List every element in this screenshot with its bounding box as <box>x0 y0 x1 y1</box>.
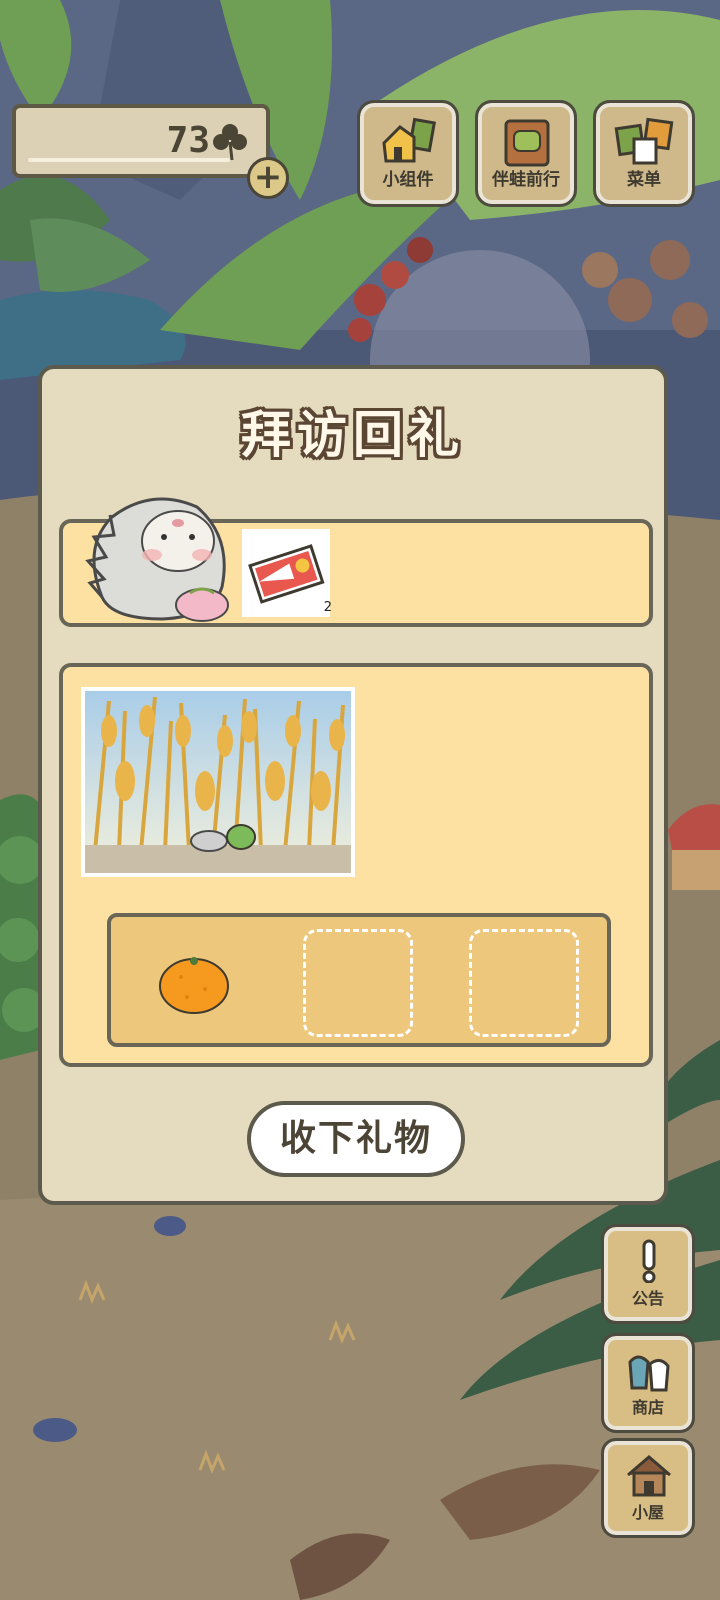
announcement-button[interactable]: 公告 <box>601 1224 695 1324</box>
accept-gift-button[interactable]: 收下礼物 <box>247 1101 465 1177</box>
hedgehog-icon <box>85 497 229 622</box>
shop-button[interactable]: 商店 <box>601 1333 695 1433</box>
add-clover-button[interactable]: + <box>247 157 289 199</box>
clover-underline <box>28 158 230 162</box>
visit-gift-dialog: 拜访回礼 2 收下礼物 <box>38 365 668 1205</box>
house-button[interactable]: 小屋 <box>601 1438 695 1538</box>
empty-item-slot <box>303 929 413 1037</box>
journey-book-icon <box>504 119 550 167</box>
widget-label: 小组件 <box>382 170 434 190</box>
game-screen: 73 + 小组件 伴蛙前行 菜单 公告 商店 小屋 拜访回礼 2 收下礼物 <box>0 0 720 1600</box>
clover-counter: 73 <box>12 104 270 178</box>
gift-quantity: 2 <box>323 600 332 615</box>
ticket-icon <box>248 544 325 604</box>
clover-count: 73 <box>166 120 210 161</box>
house-label: 小屋 <box>631 1503 664 1522</box>
menu-label: 菜单 <box>627 170 661 190</box>
empty-item-slot <box>469 929 579 1037</box>
photo-image <box>85 691 351 873</box>
menu-cards-icon <box>614 117 674 165</box>
announcement-label: 公告 <box>631 1289 664 1308</box>
widget-button[interactable]: 小组件 <box>357 100 459 207</box>
journey-button[interactable]: 伴蛙前行 <box>475 100 577 207</box>
widget-icon <box>382 117 437 163</box>
journey-label: 伴蛙前行 <box>492 170 560 190</box>
items-tray <box>107 913 611 1047</box>
shop-bags-icon <box>628 1355 670 1392</box>
dialog-title: 拜访回礼 <box>241 406 465 464</box>
orange-icon[interactable] <box>157 953 231 1015</box>
wheat-field-photo[interactable] <box>81 687 355 877</box>
gift-ticket-slot[interactable]: 2 <box>242 529 332 617</box>
house-icon <box>627 1455 671 1497</box>
plus-icon: + <box>253 157 283 197</box>
photo-panel <box>59 663 653 1067</box>
clover-icon <box>213 124 247 161</box>
exclamation-icon <box>642 1239 656 1283</box>
shop-label: 商店 <box>631 1398 664 1417</box>
menu-button[interactable]: 菜单 <box>593 100 695 207</box>
